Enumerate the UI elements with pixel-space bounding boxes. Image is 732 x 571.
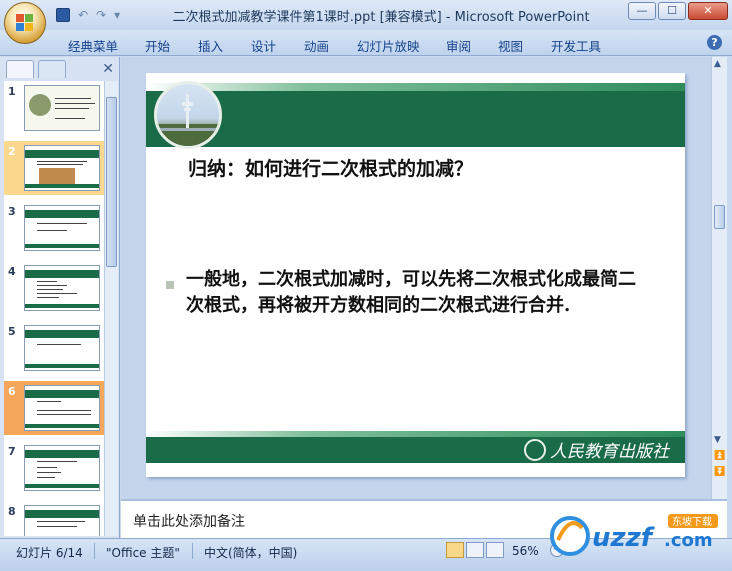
slide-counter: 幻灯片 6/14 [16, 546, 83, 560]
outline-tab-icon[interactable] [38, 60, 66, 78]
panel-tabs: ✕ [4, 60, 118, 80]
window-controls: — ☐ ✕ [628, 2, 728, 20]
slide-body-text[interactable]: 一般地，二次根式加减时，可以先将二次根式化成最简二次根式，再将被开方数相同的二次… [186, 267, 646, 319]
tab-insert[interactable]: 插入 [198, 36, 223, 55]
slide-number: 8 [8, 505, 16, 518]
slideshow-view-icon[interactable] [486, 542, 504, 558]
slide-preview [24, 85, 100, 131]
close-button[interactable]: ✕ [688, 2, 728, 20]
slide-title[interactable]: 归纳：如何进行二次根式的加减？ [188, 154, 473, 181]
next-slide-icon[interactable]: ⏬ [714, 467, 725, 477]
slide-sorter-view-icon[interactable] [466, 542, 484, 558]
language-indicator[interactable]: 中文(简体，中国) [204, 544, 297, 561]
scroll-up-icon[interactable]: ▲ [714, 59, 721, 69]
slide-preview [24, 145, 100, 191]
tab-view[interactable]: 视图 [498, 36, 523, 55]
tab-home[interactable]: 开始 [145, 36, 170, 55]
slide-scrollbar[interactable]: ▲ ▼ ⏫ ⏬ [711, 57, 727, 499]
tower-photo [154, 81, 222, 149]
slide-canvas[interactable]: 归纳：如何进行二次根式的加减？ 一般地，二次根式加减时，可以先将二次根式化成最简… [146, 73, 685, 477]
slide-number: 2 [8, 145, 16, 158]
divider [94, 543, 95, 559]
slide-number: 1 [8, 85, 16, 98]
office-button[interactable] [4, 2, 46, 44]
slide-thumbnail-3[interactable]: 3 [4, 201, 104, 255]
scrollbar-thumb[interactable] [106, 97, 117, 267]
slide-preview [24, 385, 100, 431]
slide-thumbnail-1[interactable]: 1 [4, 81, 104, 135]
tab-design[interactable]: 设计 [251, 36, 276, 55]
header-stripe [146, 83, 685, 91]
site-watermark: uzzf .com 东坡下载 [548, 506, 728, 566]
divider [192, 543, 193, 559]
slide-thumbnail-2[interactable]: 2 [4, 141, 104, 195]
slide-preview [24, 265, 100, 311]
publisher-name: 人民教育出版社 [550, 442, 669, 462]
zoom-level[interactable]: 56% [512, 544, 539, 558]
title-bar: ↶ ↷ ▾ 二次根式加减教学课件第1课时.ppt [兼容模式] - Micros… [0, 0, 732, 30]
minimize-button[interactable]: — [628, 2, 656, 20]
ribbon-tabs: 经典菜单 开始 插入 设计 动画 幻灯片放映 审阅 视图 开发工具 ? [0, 30, 732, 56]
watermark-domain: .com [664, 530, 713, 551]
help-icon[interactable]: ? [707, 35, 722, 50]
theme-name: "Office 主题" [106, 546, 180, 560]
slide-thumbnail-4[interactable]: 4 [4, 261, 104, 315]
slide-editor: 归纳：如何进行二次根式的加减？ 一般地，二次根式加减时，可以先将二次根式化成最简… [121, 57, 711, 499]
slide-preview [24, 325, 100, 371]
tab-review[interactable]: 审阅 [446, 36, 471, 55]
maximize-button[interactable]: ☐ [658, 2, 686, 20]
watermark-tagline: 东坡下载 [672, 515, 712, 528]
publisher-logo-icon [524, 439, 546, 461]
normal-view-icon[interactable] [446, 542, 464, 558]
slide-preview [24, 445, 100, 491]
slides-tab-icon[interactable] [6, 60, 34, 78]
header-band [146, 91, 685, 147]
slide-thumbnail-8[interactable]: 8 [4, 501, 104, 536]
notes-placeholder[interactable]: 单击此处添加备注 [133, 511, 245, 531]
slide-preview [24, 505, 100, 536]
office-logo-icon [16, 14, 34, 32]
bullet-icon [166, 281, 174, 289]
tab-classic-menu[interactable]: 经典菜单 [68, 36, 118, 55]
slides-panel: ✕ 1 2 3 4 5 6 7 8 [0, 57, 120, 538]
scrollbar-thumb[interactable] [714, 205, 725, 229]
scroll-down-icon[interactable]: ▼ [714, 435, 721, 445]
thumbnail-list: 1 2 3 4 5 6 7 8 [4, 81, 104, 536]
slide-thumbnail-6[interactable]: 6 [4, 381, 104, 435]
thumbnail-scrollbar[interactable] [104, 81, 118, 536]
watermark-brand: uzzf [592, 523, 656, 553]
slide-preview [24, 205, 100, 251]
tab-developer[interactable]: 开发工具 [551, 36, 601, 55]
slide-number: 5 [8, 325, 16, 338]
slide-number: 4 [8, 265, 16, 278]
tab-slideshow[interactable]: 幻灯片放映 [357, 36, 420, 55]
slide-number: 6 [8, 385, 16, 398]
window-title: 二次根式加减教学课件第1课时.ppt [兼容模式] - Microsoft Po… [172, 10, 590, 25]
slide-number: 7 [8, 445, 16, 458]
previous-slide-icon[interactable]: ⏫ [714, 451, 725, 461]
slide-number: 3 [8, 205, 16, 218]
tab-animations[interactable]: 动画 [304, 36, 329, 55]
slide-thumbnail-7[interactable]: 7 [4, 441, 104, 495]
slide-thumbnail-5[interactable]: 5 [4, 321, 104, 375]
close-panel-icon[interactable]: ✕ [102, 61, 114, 77]
